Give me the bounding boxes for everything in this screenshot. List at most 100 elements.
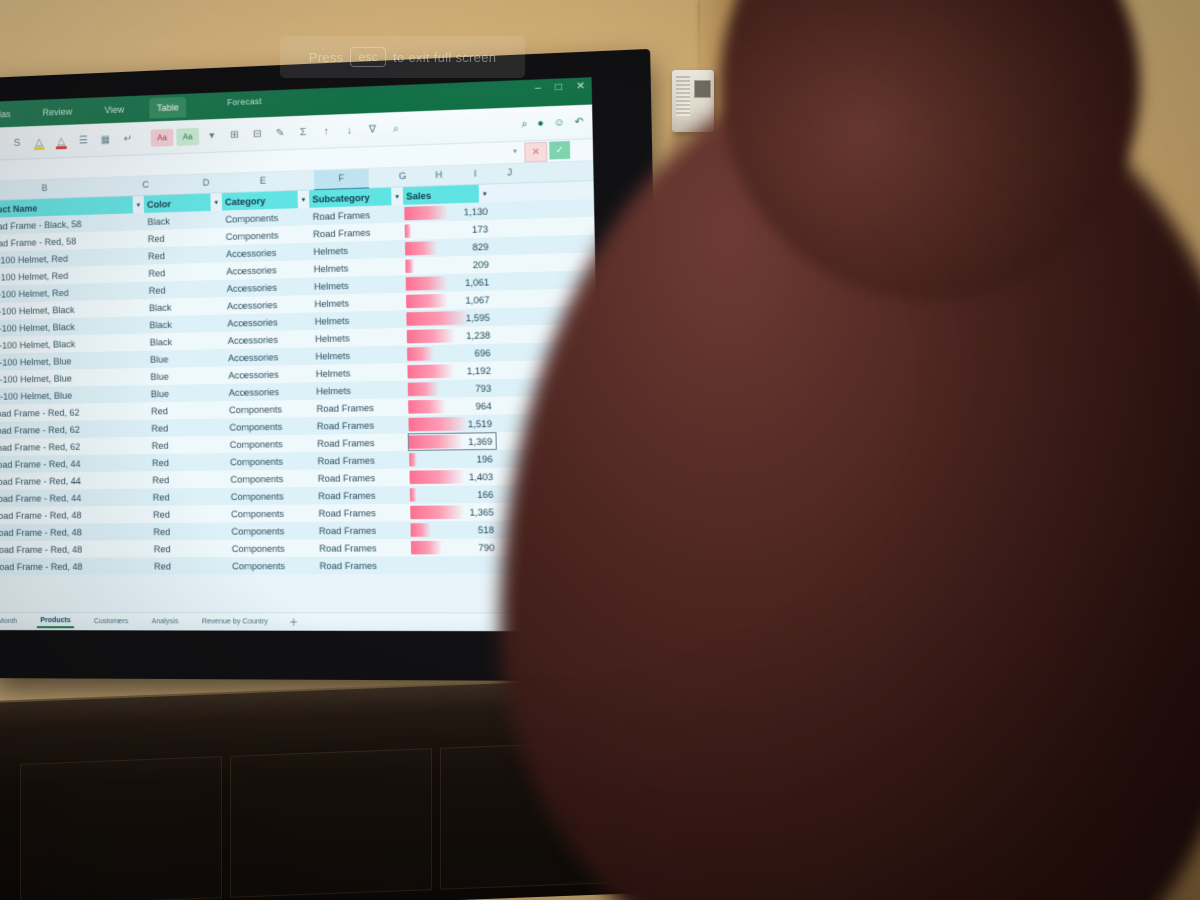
column-header-B[interactable]: B bbox=[26, 182, 62, 193]
sheet-tab-customers[interactable]: Customers bbox=[91, 616, 132, 627]
cell-subcategory[interactable]: Road Frames bbox=[316, 539, 410, 557]
sheet-tab-products[interactable]: Products bbox=[37, 615, 74, 629]
cell-category[interactable]: Components bbox=[228, 522, 316, 540]
sort-asc-icon[interactable]: ↑ bbox=[316, 121, 336, 141]
cell-color[interactable]: Blue bbox=[147, 349, 225, 368]
cell-product[interactable]: Road Frame - Red, 62 bbox=[0, 420, 148, 439]
cell-color[interactable]: Red bbox=[149, 453, 227, 471]
filter-icon[interactable]: ∇ bbox=[362, 119, 382, 139]
cell-subcategory[interactable]: Road Frames bbox=[316, 556, 410, 574]
font-color-icon[interactable]: △ bbox=[51, 131, 70, 151]
cell-sales[interactable]: 793 bbox=[407, 379, 496, 398]
column-header-H[interactable]: H bbox=[423, 169, 455, 180]
formula-expand-icon[interactable]: ▾ bbox=[513, 147, 517, 155]
cell-category[interactable]: Components bbox=[229, 557, 317, 575]
cell-sales[interactable]: 964 bbox=[407, 397, 496, 416]
cell-sales[interactable]: 790 bbox=[410, 538, 499, 556]
cell-subcategory[interactable]: Road Frames bbox=[315, 504, 409, 522]
cell-color[interactable]: Black bbox=[146, 332, 224, 351]
sheet-tab-analysis[interactable]: Analysis bbox=[149, 616, 182, 627]
cell-category[interactable]: Components bbox=[226, 417, 314, 436]
column-header-I[interactable]: I bbox=[459, 168, 491, 179]
cell-subcategory[interactable]: Road Frames bbox=[315, 486, 409, 504]
cell-category[interactable]: Accessories bbox=[224, 330, 312, 349]
cell-product[interactable]: Road Frame - Red, 48 bbox=[0, 523, 150, 541]
cell-subcategory[interactable]: Helmets bbox=[311, 275, 405, 295]
cell-color[interactable]: Red bbox=[145, 263, 223, 282]
cell-color[interactable]: Red bbox=[150, 522, 228, 540]
align-icon[interactable]: ☰ bbox=[74, 130, 94, 150]
cell-sales[interactable]: 1,519 bbox=[407, 414, 496, 433]
cell-sales[interactable]: 1,061 bbox=[405, 273, 494, 293]
add-sheet-button[interactable]: ＋ bbox=[289, 615, 299, 628]
insert-icon[interactable]: ⊞ bbox=[225, 125, 245, 145]
cell-category[interactable]: Components bbox=[228, 539, 316, 557]
chevron-down-icon[interactable]: ▾ bbox=[202, 125, 222, 145]
filter-dropdown-icon-1[interactable]: ▾ bbox=[210, 193, 222, 211]
cell-sales[interactable] bbox=[410, 556, 499, 574]
find-select-icon[interactable]: ⌕ bbox=[386, 118, 407, 138]
cell-style-bad[interactable]: Aa bbox=[150, 128, 174, 147]
cell-sales[interactable]: 209 bbox=[404, 255, 493, 275]
filter-dropdown-icon-0[interactable]: ▾ bbox=[133, 196, 145, 214]
cell-product[interactable]: Road Frame - Red, 48 bbox=[0, 540, 151, 558]
cell-subcategory[interactable]: Road Frames bbox=[314, 469, 408, 487]
column-header-C[interactable]: C bbox=[127, 179, 164, 190]
cell-category[interactable]: Accessories bbox=[224, 312, 312, 331]
column-header-subcategory[interactable]: Subcategory bbox=[309, 187, 392, 208]
cell-category[interactable]: Components bbox=[226, 435, 314, 454]
underline-icon[interactable]: U bbox=[0, 134, 5, 154]
cell-category[interactable]: Components bbox=[226, 400, 314, 419]
cell-color[interactable]: Blue bbox=[147, 366, 225, 385]
autosum-icon[interactable]: Σ bbox=[293, 122, 313, 142]
share-icon[interactable]: ☺ bbox=[553, 117, 564, 129]
cell-category[interactable]: Accessories bbox=[225, 365, 313, 384]
sheet-tab-month[interactable]: Month bbox=[0, 616, 20, 627]
formula-accept-icon[interactable]: ✓ bbox=[549, 140, 571, 160]
cell-category[interactable]: Accessories bbox=[225, 382, 313, 401]
cell-color[interactable]: Red bbox=[145, 280, 223, 299]
ribbon-tab-review[interactable]: Review bbox=[35, 101, 79, 123]
cell-product[interactable]: Road Frame - Red, 48 bbox=[0, 506, 150, 524]
cell-color[interactable]: Red bbox=[150, 505, 228, 523]
cell-sales[interactable]: 1,365 bbox=[409, 503, 498, 521]
cell-subcategory[interactable]: Helmets bbox=[313, 381, 407, 400]
sheet-tab-revenue-by-country[interactable]: Revenue by Country bbox=[199, 616, 271, 627]
cell-category[interactable]: Components bbox=[228, 504, 316, 522]
cell-color[interactable]: Black bbox=[146, 314, 224, 333]
cell-category[interactable]: Accessories bbox=[224, 295, 312, 314]
cell-subcategory[interactable]: Helmets bbox=[312, 363, 406, 382]
filter-dropdown-icon-4[interactable]: ▾ bbox=[479, 184, 491, 202]
cell-sales[interactable]: 1,238 bbox=[406, 326, 495, 346]
cell-category[interactable]: Accessories bbox=[225, 347, 313, 366]
cell-subcategory[interactable]: Road Frames bbox=[314, 451, 408, 470]
cell-category[interactable]: Accessories bbox=[223, 278, 311, 298]
ribbon-tab-ulas[interactable]: ulas bbox=[0, 104, 18, 125]
column-header-G[interactable]: G bbox=[387, 170, 419, 182]
ribbon-tab-table[interactable]: Table bbox=[149, 96, 187, 119]
cell-product[interactable]: Road Frame - Red, 48 bbox=[0, 557, 151, 575]
sort-desc-icon[interactable]: ↓ bbox=[339, 120, 359, 140]
format-brush-icon[interactable]: ✎ bbox=[270, 123, 290, 143]
strikethrough-icon[interactable]: S bbox=[7, 133, 26, 153]
wrap-text-icon[interactable]: ↵ bbox=[118, 129, 138, 149]
comment-icon[interactable]: ● bbox=[537, 117, 544, 129]
cell-subcategory[interactable]: Helmets bbox=[311, 293, 405, 313]
cell-subcategory[interactable]: Road Frames bbox=[314, 433, 408, 452]
minimize-button[interactable]: – bbox=[535, 82, 541, 94]
cell-sales[interactable]: 1,192 bbox=[406, 361, 495, 380]
cell-sales[interactable]: 1,369 bbox=[407, 432, 497, 451]
cell-sales[interactable]: 1,595 bbox=[405, 308, 494, 328]
cell-color[interactable]: Red bbox=[151, 557, 229, 575]
ribbon-tab-view[interactable]: View bbox=[97, 99, 131, 121]
cell-sales[interactable]: 166 bbox=[409, 485, 498, 503]
tell-me-icon[interactable]: ⌕ bbox=[521, 118, 527, 130]
cell-product[interactable]: Road Frame - Red, 44 bbox=[0, 454, 149, 473]
cell-subcategory[interactable]: Road Frames bbox=[316, 521, 410, 539]
cell-category[interactable]: Accessories bbox=[223, 260, 311, 280]
cell-sales[interactable]: 1,067 bbox=[405, 291, 494, 311]
cell-sales[interactable]: 196 bbox=[408, 450, 497, 469]
cell-sales[interactable]: 1,403 bbox=[408, 468, 497, 487]
cell-category[interactable]: Components bbox=[227, 470, 315, 488]
formula-cancel-icon[interactable]: ✕ bbox=[524, 141, 548, 163]
